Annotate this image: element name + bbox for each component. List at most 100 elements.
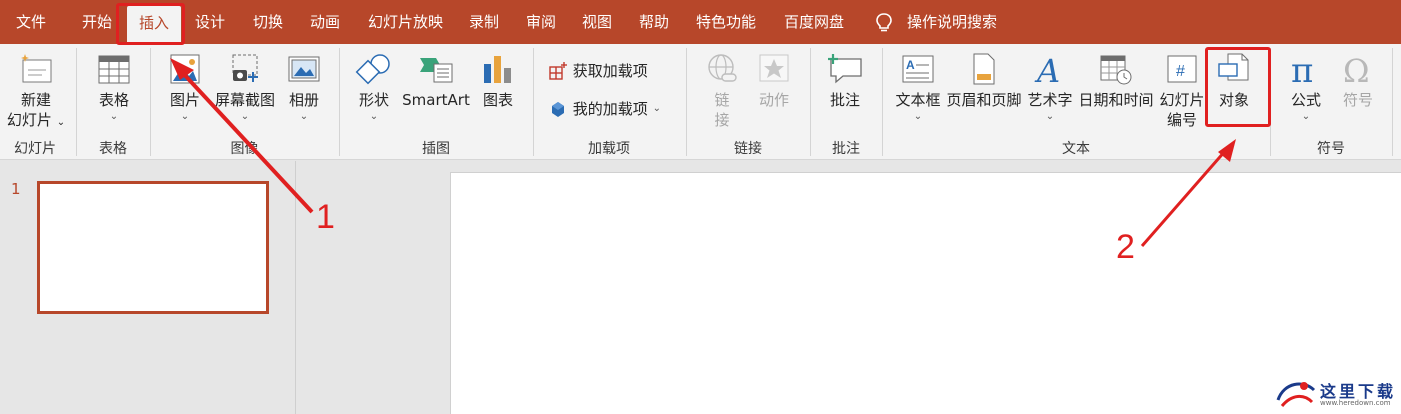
slide-number-label-1: 幻灯片 bbox=[1159, 91, 1205, 109]
new-slide-button[interactable]: 新建 幻灯片 ⌄ bbox=[6, 52, 66, 133]
watermark-logo-icon bbox=[1276, 382, 1316, 408]
comment-button[interactable]: 批注 bbox=[825, 52, 865, 110]
chevron-down-icon: ⌄ bbox=[369, 111, 379, 122]
screenshot-button[interactable]: 屏幕截图 ⌄ bbox=[214, 52, 276, 122]
group-label-illustrations: 插图 bbox=[422, 141, 450, 157]
tab-view[interactable]: 视图 bbox=[582, 0, 612, 44]
slide-number-button[interactable]: # 幻灯片 编号 bbox=[1158, 52, 1206, 130]
wordart-label: 艺术字 bbox=[1027, 91, 1073, 109]
group-label-links: 链接 bbox=[734, 141, 762, 157]
textbox-icon: A bbox=[902, 55, 934, 83]
tab-record[interactable]: 录制 bbox=[469, 0, 499, 44]
group-label-addins: 加载项 bbox=[588, 141, 630, 157]
svg-text:#: # bbox=[1176, 63, 1185, 80]
link-label-1: 链 bbox=[714, 91, 730, 109]
chevron-down-icon: ⌄ bbox=[1045, 111, 1055, 122]
slide-number-icon: # bbox=[1167, 55, 1197, 83]
annotation-number-2: 2 bbox=[1116, 228, 1135, 266]
highlight-insert-tab bbox=[116, 3, 185, 45]
svg-text:A: A bbox=[906, 58, 915, 72]
tab-file[interactable]: 文件 bbox=[16, 0, 46, 44]
equation-button[interactable]: π 公式 ⌄ bbox=[1284, 52, 1328, 122]
smartart-icon bbox=[420, 58, 453, 83]
symbol-button[interactable]: Ω 符号 bbox=[1336, 52, 1380, 110]
action-button[interactable]: 动作 bbox=[754, 52, 794, 110]
group-separator bbox=[150, 48, 151, 156]
chevron-down-icon: ⌄ bbox=[299, 111, 309, 122]
tab-transitions[interactable]: 切换 bbox=[253, 0, 283, 44]
my-addins-icon bbox=[552, 101, 564, 117]
pictures-label: 图片 bbox=[169, 91, 200, 109]
wordart-button[interactable]: A 艺术字 ⌄ bbox=[1026, 52, 1074, 122]
star-action-icon bbox=[759, 54, 789, 82]
shapes-label: 形状 bbox=[358, 91, 389, 109]
photo-album-button[interactable]: 相册 ⌄ bbox=[284, 52, 324, 122]
smartart-button[interactable]: SmartArt bbox=[402, 52, 470, 110]
chevron-down-icon: ⌄ bbox=[180, 111, 190, 122]
group-label-images: 图像 bbox=[230, 141, 259, 157]
group-separator bbox=[76, 48, 77, 156]
group-separator bbox=[686, 48, 687, 156]
screenshot-label: 屏幕截图 bbox=[214, 91, 275, 109]
tab-help[interactable]: 帮助 bbox=[639, 0, 669, 44]
ribbon-insert: 新建 幻灯片 ⌄ 幻灯片 表格 ⌄ 表格 图片 ⌄ 屏幕截图 ⌄ 相册 ⌄ 图像… bbox=[0, 44, 1401, 160]
annotation-number-1: 1 bbox=[316, 198, 335, 236]
svg-text:Ω: Ω bbox=[1343, 52, 1370, 86]
tell-me-search[interactable]: 操作说明搜索 bbox=[907, 0, 997, 44]
group-label-slides: 幻灯片 bbox=[14, 141, 56, 157]
pi-icon: π bbox=[1291, 52, 1313, 86]
chevron-down-icon: ⌄ bbox=[1301, 111, 1311, 122]
highlight-object-button bbox=[1205, 47, 1271, 127]
get-addins-label: 获取加载项 bbox=[572, 62, 648, 80]
equation-label: 公式 bbox=[1290, 91, 1321, 109]
group-label-tables: 表格 bbox=[99, 141, 127, 157]
globe-link-icon bbox=[708, 54, 737, 82]
tab-special-features[interactable]: 特色功能 bbox=[696, 0, 756, 44]
table-button[interactable]: 表格 ⌄ bbox=[92, 52, 136, 122]
bar-chart-icon bbox=[484, 56, 511, 83]
tab-review[interactable]: 审阅 bbox=[526, 0, 556, 44]
table-icon bbox=[98, 55, 130, 84]
get-addins-button[interactable]: 获取加载项 bbox=[548, 60, 648, 82]
comment-icon bbox=[828, 54, 862, 84]
header-footer-label: 页眉和页脚 bbox=[946, 91, 1022, 109]
group-separator bbox=[810, 48, 811, 156]
omega-icon: Ω bbox=[1343, 52, 1370, 86]
textbox-label: 文本框 bbox=[895, 91, 941, 109]
group-label-symbols: 符号 bbox=[1317, 141, 1345, 157]
slide-canvas[interactable] bbox=[450, 172, 1401, 414]
shapes-button[interactable]: 形状 ⌄ bbox=[352, 52, 396, 122]
pictures-button[interactable]: 图片 ⌄ bbox=[165, 52, 205, 122]
tab-baidu-netdisk[interactable]: 百度网盘 bbox=[784, 0, 844, 44]
tab-slideshow[interactable]: 幻灯片放映 bbox=[368, 0, 443, 44]
group-separator bbox=[882, 48, 883, 156]
photo-album-icon bbox=[288, 56, 320, 82]
wordart-icon: A bbox=[1034, 52, 1060, 86]
lightbulb-icon bbox=[876, 13, 892, 32]
ribbon-tab-bar: 文件 开始 插入 设计 切换 动画 幻灯片放映 录制 审阅 视图 帮助 特色功能… bbox=[0, 0, 1401, 44]
screenshot-icon bbox=[232, 54, 258, 82]
textbox-button[interactable]: A 文本框 ⌄ bbox=[894, 52, 942, 122]
header-footer-button[interactable]: 页眉和页脚 bbox=[946, 52, 1022, 110]
chevron-down-icon: ⌄ bbox=[109, 111, 119, 122]
chart-button[interactable]: 图表 bbox=[478, 52, 518, 110]
new-slide-label-2: 幻灯片 ⌄ bbox=[6, 111, 66, 129]
tab-home[interactable]: 开始 bbox=[82, 0, 112, 44]
svg-text:A: A bbox=[1034, 52, 1060, 86]
shapes-icon bbox=[355, 54, 390, 85]
tab-animations[interactable]: 动画 bbox=[310, 0, 340, 44]
chart-label: 图表 bbox=[482, 91, 513, 109]
action-label: 动作 bbox=[758, 91, 789, 109]
date-time-button[interactable]: 日期和时间 bbox=[1078, 52, 1154, 110]
my-addins-label: 我的加载项 bbox=[572, 100, 648, 118]
date-time-label: 日期和时间 bbox=[1078, 91, 1154, 109]
my-addins-button[interactable]: 我的加载项 ⌄ bbox=[548, 98, 661, 120]
header-footer-icon bbox=[973, 53, 995, 85]
comment-label: 批注 bbox=[829, 91, 860, 109]
tab-design[interactable]: 设计 bbox=[195, 0, 225, 44]
chevron-down-icon: ⌄ bbox=[240, 111, 250, 122]
link-button[interactable]: 链 接 bbox=[702, 52, 742, 130]
group-label-comments: 批注 bbox=[832, 141, 860, 157]
picture-icon bbox=[170, 54, 200, 84]
slide-thumbnail[interactable] bbox=[37, 181, 269, 314]
